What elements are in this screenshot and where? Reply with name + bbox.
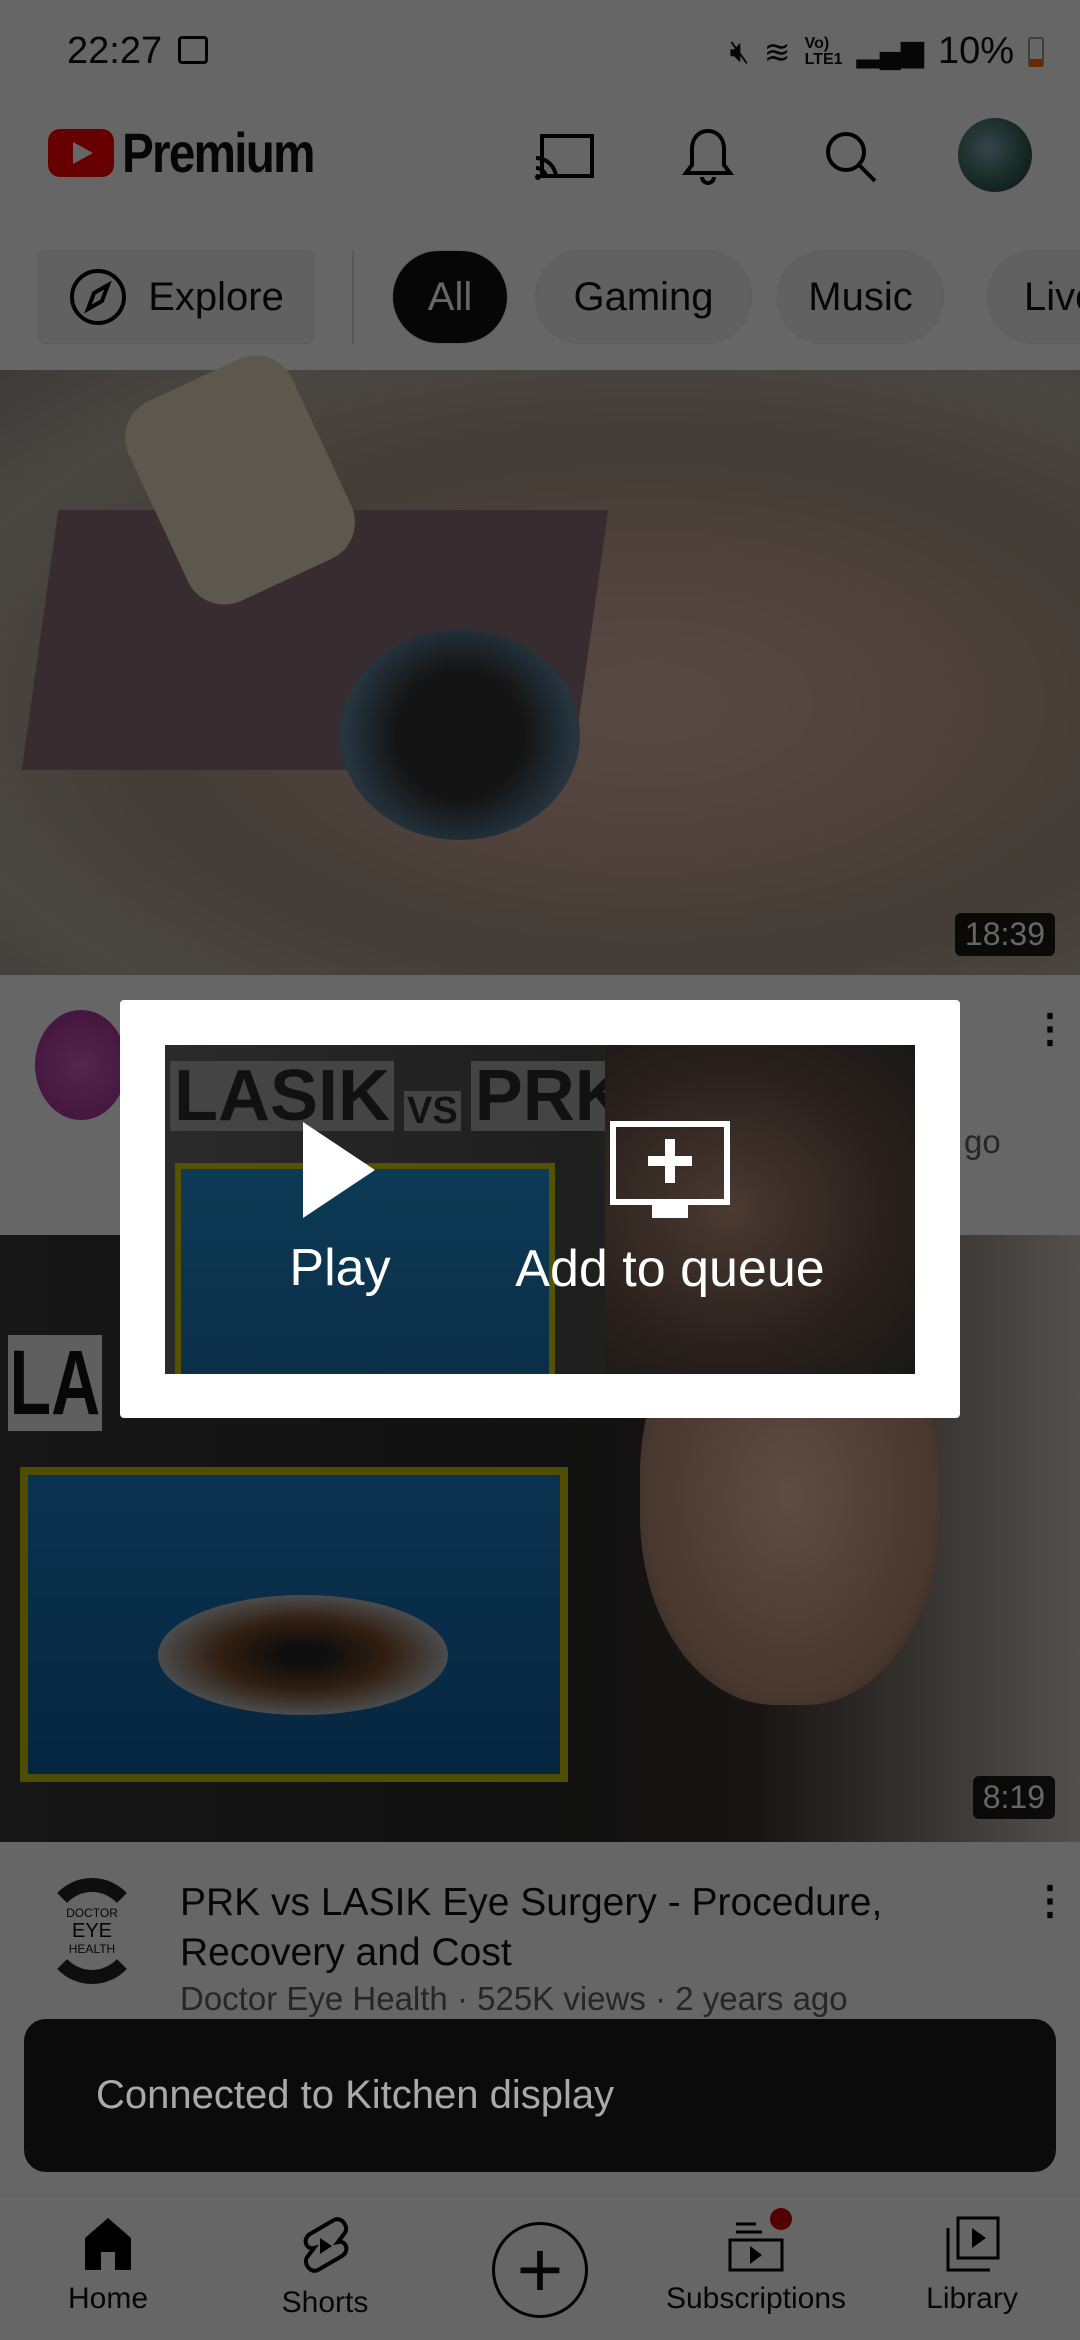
status-time: 22:27 xyxy=(67,30,163,72)
wifi-icon: ≋ xyxy=(763,33,791,70)
chip-music[interactable]: Music xyxy=(777,250,944,344)
add-to-queue-icon xyxy=(610,1120,730,1218)
mute-icon: 🔇︎ xyxy=(729,32,750,69)
notification-dot xyxy=(770,2208,792,2230)
bell-icon[interactable] xyxy=(673,122,743,192)
battery-percent: 10% xyxy=(937,30,1014,72)
channel-avatar[interactable]: DOCTOR EYE HEALTH xyxy=(42,1878,142,1984)
more-options-icon[interactable]: ⋮ xyxy=(1030,1881,1070,1921)
add-to-queue-button[interactable]: Add to queue xyxy=(425,1045,915,1374)
nav-home[interactable]: Home xyxy=(8,2216,208,2316)
video-thumbnail[interactable]: 18:39 xyxy=(0,342,1080,975)
shorts-icon xyxy=(303,2217,349,2273)
youtube-logo-icon xyxy=(48,128,114,177)
video-title[interactable]: PRK vs LASIK Eye Surgery - Procedure, Re… xyxy=(180,1878,960,1978)
video-meta: go xyxy=(964,1123,1001,1160)
video-meta: Doctor Eye Health · 525K views · 2 years… xyxy=(180,1980,848,2017)
cast-icon[interactable] xyxy=(530,122,600,192)
bottom-nav: Home Shorts + Subscriptions Library xyxy=(0,2195,1080,2340)
floor-machine xyxy=(340,630,580,840)
gallery-icon xyxy=(178,36,208,64)
plus-icon: + xyxy=(516,2225,564,2314)
eye-image xyxy=(20,1467,568,1782)
library-icon xyxy=(946,2216,1000,2272)
channel-avatar[interactable] xyxy=(35,1010,127,1120)
chip-gaming[interactable]: Gaming xyxy=(535,250,752,344)
video-duration: 8:19 xyxy=(972,1776,1055,1819)
video-duration: 18:39 xyxy=(954,913,1055,956)
play-icon xyxy=(303,1121,375,1218)
create-button[interactable]: + xyxy=(492,2222,588,2318)
youtube-premium-logo[interactable]: Premium xyxy=(48,120,348,185)
home-icon xyxy=(85,2218,131,2270)
avatar[interactable] xyxy=(958,118,1032,192)
chip-all[interactable]: All xyxy=(392,250,508,344)
subscriptions-icon xyxy=(726,2208,792,2272)
chip-bar: Explore All Gaming Music Live xyxy=(0,250,1080,346)
volte-icon: Vo) LTE1 xyxy=(804,34,843,68)
chip-divider xyxy=(352,250,354,344)
chip-live[interactable]: Live xyxy=(987,250,1080,344)
video-info-row[interactable]: DOCTOR EYE HEALTH PRK vs LASIK Eye Surge… xyxy=(0,1842,1080,2019)
nav-library[interactable]: Library xyxy=(872,2216,1072,2316)
more-options-icon[interactable]: ⋮ xyxy=(1030,1009,1070,1049)
snackbar-toast: Connected to Kitchen display xyxy=(24,2019,1056,2172)
search-icon[interactable] xyxy=(816,122,886,192)
battery-icon xyxy=(1028,36,1044,67)
dialog-thumbnail: LASIK VS PRK Play Add to queue xyxy=(165,1045,915,1374)
app-header: Premium xyxy=(0,100,1080,220)
nav-subscriptions[interactable]: Subscriptions xyxy=(656,2208,856,2316)
signal-icon: ▂▄▆ xyxy=(856,35,924,68)
status-bar: 22:27 🔇︎ ≋ Vo) LTE1 ▂▄▆ 10% xyxy=(0,0,1080,100)
explore-chip[interactable]: Explore xyxy=(37,250,315,344)
compass-icon xyxy=(70,269,127,325)
cast-action-dialog: LASIK VS PRK Play Add to queue xyxy=(120,1000,960,1418)
nav-shorts[interactable]: Shorts xyxy=(225,2216,425,2320)
